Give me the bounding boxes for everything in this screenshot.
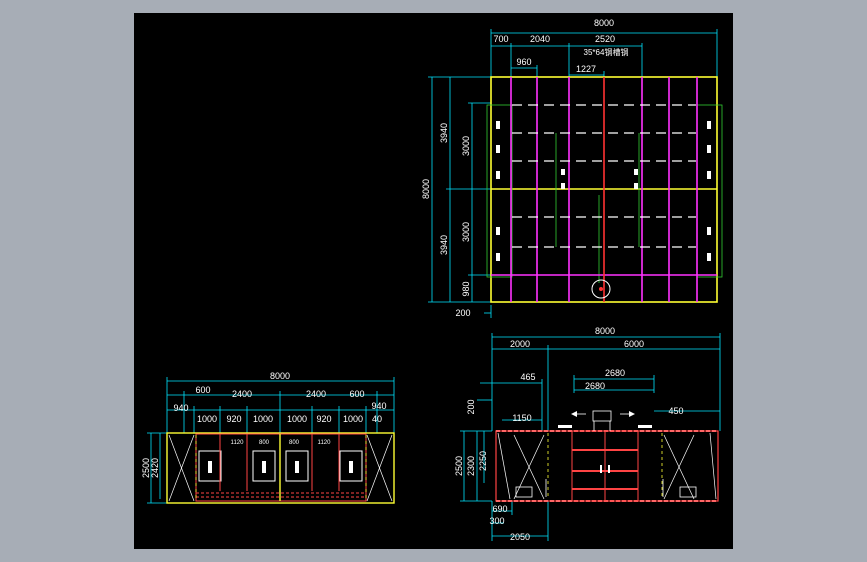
- side-overall-width: 8000: [595, 326, 615, 336]
- front-dim-940-left: 940: [173, 403, 188, 413]
- drawing-viewport[interactable]: 8000 700 2040 2520 35*64钢槽钢 960 1227 800…: [134, 13, 733, 549]
- side-elevation: 8000 2000 6000 465 2680 2680 450 1150 20…: [454, 326, 721, 542]
- front-dim-40: 40: [372, 414, 382, 424]
- plan-left-3940-b: 3940: [439, 235, 449, 255]
- side-height-2300: 2300: [466, 456, 476, 476]
- side-dim-2680-a: 2680: [605, 368, 625, 378]
- plan-left-3940-a: 3940: [439, 123, 449, 143]
- plan-dim-2040: 2040: [530, 34, 550, 44]
- cad-drawing: 8000 700 2040 2520 35*64钢槽钢 960 1227 800…: [141, 18, 723, 542]
- plan-dim-960: 960: [516, 57, 531, 67]
- front-dim-940-right: 940: [371, 401, 386, 411]
- side-dim-465: 465: [520, 372, 535, 382]
- front-dim-1000-a: 1000: [197, 414, 217, 424]
- front-inner-800-b: 800: [289, 440, 300, 446]
- side-dim-690: 690: [492, 504, 507, 514]
- front-dim-2400-b: 2400: [306, 389, 326, 399]
- side-dim-200: 200: [466, 399, 476, 414]
- cad-window: 8000 700 2040 2520 35*64钢槽钢 960 1227 800…: [0, 0, 867, 562]
- front-dim-600-a: 600: [195, 385, 210, 395]
- front-height-2420: 2420: [150, 458, 160, 478]
- side-dim-450: 450: [668, 406, 683, 416]
- front-overall-width: 8000: [270, 371, 290, 381]
- plan-dim-700: 700: [493, 34, 508, 44]
- plan-bottom-200: 200: [455, 308, 470, 318]
- front-panels: [195, 433, 367, 502]
- front-dim-1000-c: 1000: [287, 414, 307, 424]
- front-dim-920-a: 920: [226, 414, 241, 424]
- plan-view: 8000 700 2040 2520 35*64钢槽钢 960 1227 800…: [421, 18, 723, 318]
- plan-dim-2520: 2520: [595, 34, 615, 44]
- front-inner-1120-b: 1120: [318, 440, 332, 446]
- side-height-2250: 2250: [478, 451, 488, 471]
- front-dim-1000-b: 1000: [253, 414, 273, 424]
- plan-overall-width: 8000: [594, 18, 614, 28]
- side-dim-2000: 2000: [510, 339, 530, 349]
- side-dim-1150: 1150: [512, 413, 531, 423]
- front-dim-920-b: 920: [316, 414, 331, 424]
- plan-bottom-980: 980: [461, 281, 471, 296]
- steel-channel-label: 35*64钢槽钢: [584, 47, 629, 57]
- front-inner-1120-a: 1120: [231, 440, 245, 446]
- front-dim-600-b: 600: [349, 389, 364, 399]
- front-elevation: 8000 600 2400 2400 600 940 940 1000 920 …: [141, 371, 395, 504]
- side-dim-2050: 2050: [510, 532, 530, 542]
- side-top-sign: [574, 410, 632, 431]
- plan-left-3000-a: 3000: [461, 136, 471, 156]
- front-dim-1000-d: 1000: [343, 414, 363, 424]
- front-dim-2400-a: 2400: [232, 389, 252, 399]
- plan-left-overall: 8000: [421, 179, 431, 199]
- plan-left-3000-b: 3000: [461, 222, 471, 242]
- side-dim-300: 300: [489, 516, 504, 526]
- plan-dim-1227: 1227: [576, 64, 596, 74]
- side-dim-6000: 6000: [624, 339, 644, 349]
- side-dim-2680-b: 2680: [585, 381, 605, 391]
- side-center-panels: [571, 430, 639, 502]
- front-inner-800-a: 800: [259, 440, 270, 446]
- side-top-labels: [558, 425, 652, 428]
- side-height-2500: 2500: [454, 456, 464, 476]
